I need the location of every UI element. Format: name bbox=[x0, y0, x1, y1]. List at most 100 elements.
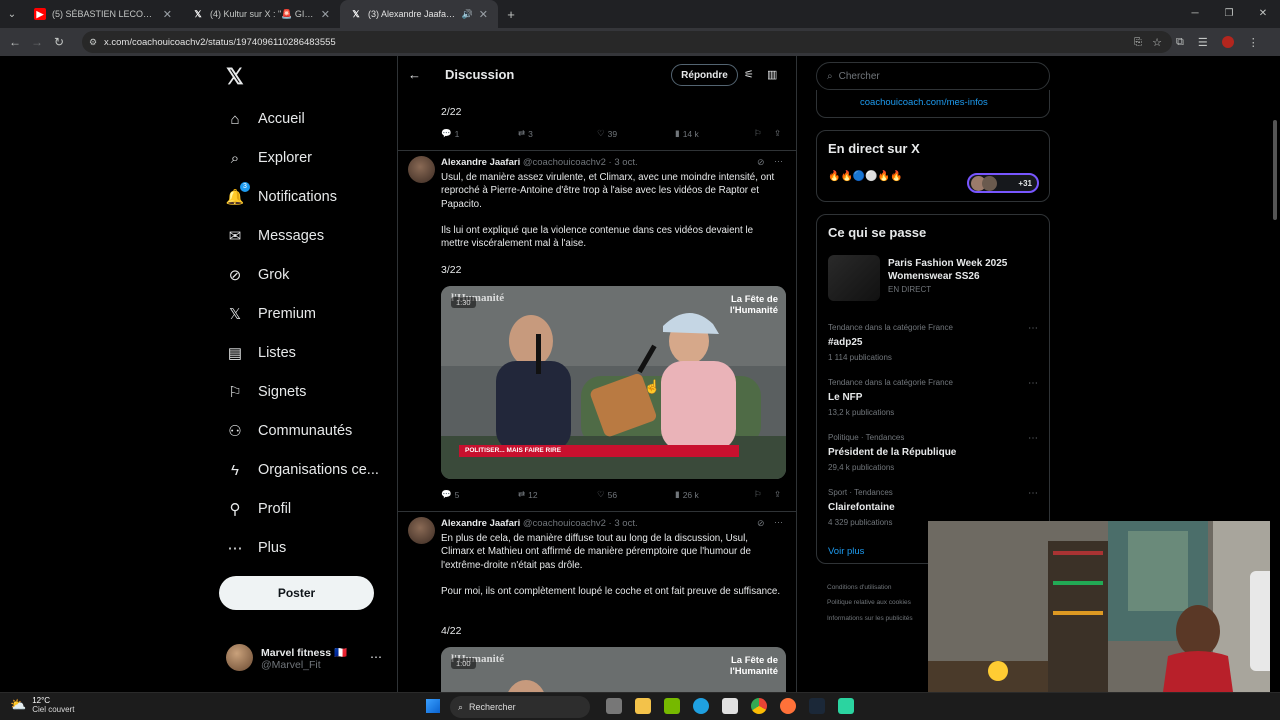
firefox-icon[interactable] bbox=[780, 698, 796, 714]
install-icon[interactable]: ⎘ bbox=[1134, 37, 1142, 48]
more-icon[interactable]: ⋯ bbox=[1028, 323, 1038, 334]
reading-list-icon[interactable]: ☰ bbox=[1198, 36, 1208, 49]
author-handle: @coachouicoachv2 · 3 oct. bbox=[522, 157, 638, 168]
more-icon[interactable]: ⋯ bbox=[1028, 433, 1038, 444]
video-player[interactable]: l'Humanité 1:30 La Fête de l'Humanité PO… bbox=[441, 286, 786, 479]
menu-icon[interactable]: ⋮ bbox=[1248, 36, 1259, 49]
new-tab-button[interactable]: + bbox=[498, 7, 524, 22]
sidebar-item-home[interactable]: ⌂ Accueil bbox=[226, 104, 305, 134]
more-icon[interactable]: ⋯ bbox=[370, 650, 382, 664]
store-icon[interactable] bbox=[722, 698, 738, 714]
forward-icon[interactable]: → bbox=[26, 35, 48, 49]
close-tab-icon[interactable]: ✕ bbox=[479, 8, 488, 21]
reply-action[interactable]: 💬 1 bbox=[441, 128, 459, 139]
browser-tab-1[interactable]: ▶ (5) SÉBASTIEN LECORNU A DÉM ✕ bbox=[24, 0, 182, 28]
share-icon[interactable]: ⇪ bbox=[774, 128, 781, 139]
external-link[interactable]: coachouicoach.com/mes-infos bbox=[860, 97, 988, 108]
browser-tab-2[interactable]: 𝕏 (4) Kultur sur X : "🚨 GIMS annon ✕ bbox=[182, 0, 340, 28]
more-icon[interactable]: ⋯ bbox=[774, 517, 783, 528]
grok-icon[interactable]: ⊘ bbox=[757, 157, 765, 168]
bookmark-icon[interactable]: ⚐ bbox=[754, 128, 762, 139]
views-action[interactable]: ▮ 26 k bbox=[675, 489, 699, 500]
back-arrow-icon[interactable]: ← bbox=[408, 67, 421, 82]
close-tab-icon[interactable]: ✕ bbox=[163, 8, 172, 21]
back-icon[interactable]: ← bbox=[4, 35, 26, 49]
more-icon[interactable]: ⋯ bbox=[1028, 488, 1038, 499]
windows-start-icon[interactable] bbox=[426, 699, 440, 713]
avatar[interactable] bbox=[408, 517, 435, 544]
chrome-icon[interactable] bbox=[751, 698, 767, 714]
post-button[interactable]: Poster bbox=[219, 576, 374, 610]
footer-link[interactable]: Conditions d'utilisation bbox=[827, 584, 891, 591]
profile-avatar-icon[interactable] bbox=[1221, 36, 1234, 48]
sidebar-item-label: Accueil bbox=[258, 111, 305, 127]
scrollbar-thumb[interactable] bbox=[1273, 120, 1277, 220]
nvidia-icon[interactable] bbox=[664, 698, 680, 714]
account-switcher[interactable]: Marvel fitness 🇫🇷 @Marvel_Fit ⋯ bbox=[226, 644, 386, 674]
steam-icon[interactable] bbox=[809, 698, 825, 714]
sidebar-item-x-premium[interactable]: 𝕏 Premium bbox=[226, 299, 316, 329]
audio-icon[interactable]: 🔊 bbox=[462, 9, 473, 20]
sidebar-item-bookmark[interactable]: ⚐ Signets bbox=[226, 377, 306, 407]
repost-action[interactable]: ⇄ 12 bbox=[518, 489, 538, 500]
star-icon[interactable]: ☆ bbox=[1152, 36, 1162, 49]
more-icon[interactable]: ⋯ bbox=[1028, 378, 1038, 389]
minimize-icon[interactable]: ─ bbox=[1178, 0, 1212, 28]
sidebar-item-list[interactable]: ▤ Listes bbox=[226, 338, 296, 368]
avatar[interactable] bbox=[408, 156, 435, 183]
grok-icon[interactable]: ⊘ bbox=[757, 518, 765, 529]
address-bar[interactable]: ⚙ x.com/coachouicoachv2/status/197409611… bbox=[82, 31, 1172, 53]
sidebar-item-search[interactable]: ⌕ Explorer bbox=[226, 143, 312, 173]
reload-icon[interactable]: ↻ bbox=[48, 35, 70, 49]
live-spaces-button[interactable]: +31 bbox=[967, 173, 1039, 193]
repost-action[interactable]: ⇄ 3 bbox=[518, 128, 533, 139]
x-logo-icon[interactable]: 𝕏 bbox=[226, 64, 244, 90]
page-scrollbar[interactable] bbox=[1270, 56, 1280, 692]
event-title[interactable]: Paris Fashion Week 2025 Womenswear SS26 bbox=[888, 257, 1038, 283]
sidebar-item-communities[interactable]: ⚇ Communautés bbox=[226, 416, 352, 446]
video-player[interactable]: l'Humanité 1:00 La Fête de l'Humanité bbox=[441, 647, 786, 692]
share-icon[interactable]: ⇪ bbox=[774, 489, 781, 500]
search-input[interactable]: ⌕ Chercher bbox=[816, 62, 1050, 90]
like-action[interactable]: ♡ 39 bbox=[597, 128, 617, 139]
more-icon[interactable]: ⋯ bbox=[774, 156, 783, 167]
trend-item[interactable]: Politique · Tendances Président de la Rép… bbox=[828, 433, 1040, 472]
sidebar-item-lightning[interactable]: ϟ Organisations ce... bbox=[226, 455, 379, 485]
views-action[interactable]: ▮ 14 k bbox=[675, 128, 699, 139]
see-more-link[interactable]: Voir plus bbox=[828, 546, 864, 557]
sidebar-item-bell[interactable]: 🔔 3 Notifications bbox=[226, 182, 337, 212]
extensions-icon[interactable]: ⧉ bbox=[1176, 36, 1184, 49]
divider bbox=[398, 150, 796, 151]
trend-item[interactable]: Tendance dans la catégorie France #adp25 1… bbox=[828, 323, 1040, 362]
trend-item[interactable]: Tendance dans la catégorie France Le NFP 1… bbox=[828, 378, 1040, 417]
reader-view-icon[interactable]: ▥ bbox=[767, 68, 777, 81]
reply-action[interactable]: 💬 5 bbox=[441, 489, 459, 500]
app-icon[interactable] bbox=[838, 698, 854, 714]
footer-link[interactable]: Informations sur les publicités bbox=[827, 615, 913, 622]
footer-link[interactable]: Politique relative aux cookies bbox=[827, 599, 911, 606]
bookmark-icon[interactable]: ⚐ bbox=[754, 489, 762, 500]
browser-tab-3[interactable]: 𝕏 (3) Alexandre Jaafari sur X : " 🔊 ✕ bbox=[340, 0, 498, 28]
reply-button[interactable]: Répondre bbox=[671, 64, 738, 86]
edge-icon[interactable] bbox=[693, 698, 709, 714]
tweet-author[interactable]: Alexandre Jaafari @coachouicoachv2 · 3 o… bbox=[441, 157, 638, 168]
weather-widget[interactable]: ⛅ 12°C Ciel couvert bbox=[10, 696, 74, 714]
sidebar-item-mail[interactable]: ✉ Messages bbox=[226, 221, 324, 251]
restore-icon[interactable]: ❐ bbox=[1212, 0, 1246, 28]
close-window-icon[interactable]: ✕ bbox=[1246, 0, 1280, 28]
file-explorer-icon[interactable] bbox=[635, 698, 651, 714]
sidebar-item-person[interactable]: ⚲ Profil bbox=[226, 494, 292, 524]
event-thumbnail[interactable] bbox=[828, 255, 880, 301]
like-action[interactable]: ♡ 56 bbox=[597, 489, 617, 500]
task-view-icon[interactable] bbox=[606, 698, 622, 714]
tweet-author[interactable]: Alexandre Jaafari @coachouicoachv2 · 3 o… bbox=[441, 518, 638, 529]
site-info-icon[interactable]: ⚙ bbox=[89, 37, 97, 48]
divider bbox=[398, 511, 796, 512]
sidebar-item-grok[interactable]: ⊘ Grok bbox=[226, 260, 290, 290]
taskbar-search[interactable]: ⌕ Rechercher bbox=[450, 696, 590, 718]
close-tab-icon[interactable]: ✕ bbox=[321, 8, 330, 21]
sidebar-item-more-circle[interactable]: ⋯ Plus bbox=[226, 533, 287, 563]
filter-icon[interactable]: ⚟ bbox=[744, 68, 754, 81]
tab-search-button[interactable]: ⌄ bbox=[0, 9, 24, 20]
reply-count: 5 bbox=[454, 489, 460, 500]
